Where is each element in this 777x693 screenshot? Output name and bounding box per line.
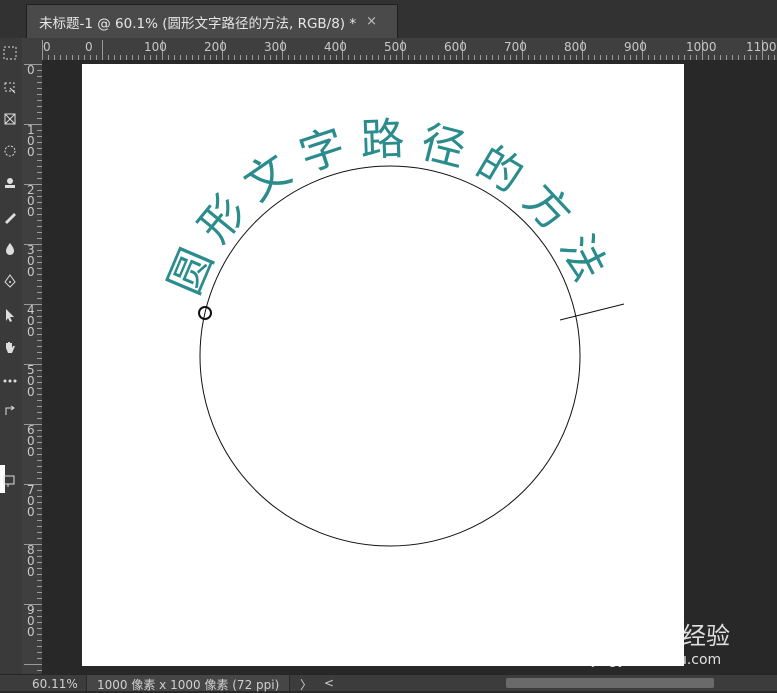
patch-icon[interactable]: [1, 142, 19, 160]
path-text-char: 的: [468, 137, 532, 203]
document-tab-bar: 未标题-1 @ 60.1% (圆形文字路径的方法, RGB/8) * ×: [0, 0, 777, 39]
stamp-icon[interactable]: [1, 174, 19, 192]
horizontal-scrollbar-thumb[interactable]: [506, 678, 714, 688]
ruler-h-label: 200: [204, 40, 227, 54]
ruler-h-label: 400: [324, 40, 347, 54]
swap-colors-icon[interactable]: [1, 402, 19, 420]
ruler-h-label: 0: [85, 40, 93, 54]
tools-panel: [0, 38, 23, 690]
smudge-icon[interactable]: [1, 240, 19, 258]
path-text-char: 形: [189, 186, 256, 252]
path-text-char: 字: [294, 120, 352, 182]
document-tab[interactable]: 未标题-1 @ 60.1% (圆形文字路径的方法, RGB/8) * ×: [26, 4, 398, 38]
ruler-h-label: 0: [43, 40, 51, 54]
ruler-v-label: 0: [27, 145, 35, 159]
ruler-v-label: 0: [27, 565, 35, 579]
path-end-handle[interactable]: [559, 303, 625, 321]
ruler-h-label: 700: [504, 40, 527, 54]
document-canvas[interactable]: 圆形文字路径的方法: [82, 64, 684, 666]
document-tab-title: 未标题-1 @ 60.1% (圆形文字路径的方法, RGB/8) *: [39, 15, 357, 32]
path-select-icon[interactable]: [1, 306, 19, 324]
path-text-char: 圆: [159, 241, 223, 301]
ruler-v-label: 0: [27, 625, 35, 639]
lasso-icon[interactable]: [1, 78, 19, 96]
path-text-char: 方: [514, 175, 581, 242]
horizontal-ruler[interactable]: 0 0 100 200 300 400 500 600 700 800 900 …: [22, 38, 777, 61]
vertical-ruler[interactable]: 0100200300400500600700800900: [22, 60, 43, 674]
quick-mask-icon[interactable]: [1, 472, 19, 490]
path-text-char: 路: [360, 114, 406, 167]
pen-icon[interactable]: [1, 272, 19, 290]
ruler-h-label: 100: [144, 40, 167, 54]
circle-path[interactable]: [199, 165, 581, 547]
ruler-v-label: 0: [27, 325, 35, 339]
document-info[interactable]: 1000 像素 x 1000 像素 (72 ppi): [86, 675, 291, 692]
brush-icon[interactable]: [1, 208, 19, 226]
ruler-v-label: 0: [27, 63, 35, 77]
ruler-h-label: 600: [444, 40, 467, 54]
status-menu-arrow-icon[interactable]: 〉: [300, 676, 312, 693]
crop-icon[interactable]: [1, 110, 19, 128]
ruler-h-label: 1100: [746, 40, 777, 54]
zoom-level[interactable]: 60.11%: [32, 677, 78, 691]
scroll-left-icon[interactable]: <: [324, 676, 334, 690]
marquee-icon[interactable]: [1, 44, 19, 62]
ruler-v-label: 0: [27, 505, 35, 519]
ruler-v-label: 0: [27, 265, 35, 279]
ruler-h-label: 500: [384, 40, 407, 54]
ruler-h-label: 300: [264, 40, 287, 54]
path-text[interactable]: 圆形文字路径的方法: [159, 114, 615, 302]
path-text-char: 径: [416, 116, 471, 176]
ruler-v-label: 0: [27, 445, 35, 459]
ruler-h-label: 900: [624, 40, 647, 54]
path-text-artwork[interactable]: 圆形文字路径的方法: [82, 64, 684, 666]
canvas-area[interactable]: 圆形文字路径的方法: [42, 60, 777, 674]
ruler-h-label: 800: [564, 40, 587, 54]
close-tab-icon[interactable]: ×: [366, 14, 377, 29]
path-text-char: 法: [550, 227, 615, 289]
ruler-v-label: 0: [27, 385, 35, 399]
path-text-char: 文: [235, 145, 300, 212]
ruler-v-label: 0: [27, 205, 35, 219]
status-bar: 60.11% 1000 像素 x 1000 像素 (72 ppi) 〉 <: [0, 674, 777, 693]
more-icon[interactable]: [1, 372, 19, 390]
hand-icon[interactable]: [1, 338, 19, 356]
ruler-h-label: 1000: [686, 40, 717, 54]
